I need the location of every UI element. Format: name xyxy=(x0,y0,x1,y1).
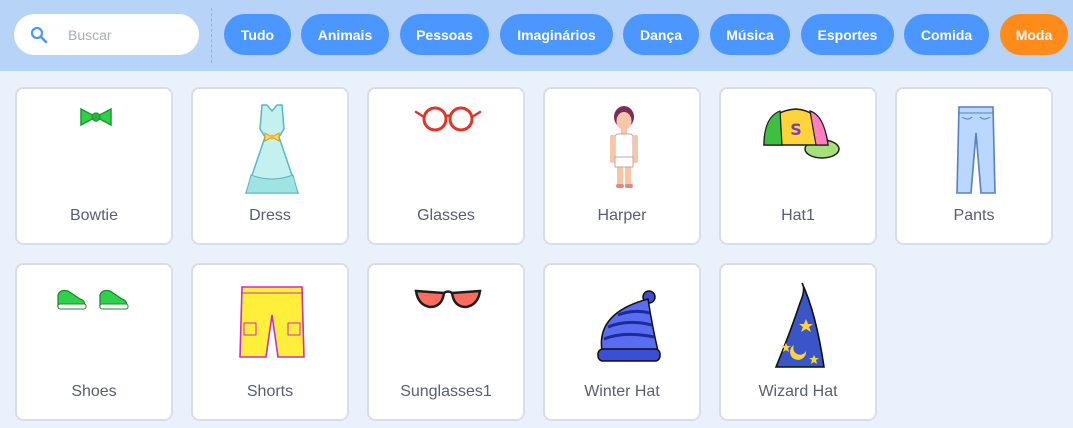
search-icon xyxy=(30,26,48,44)
bowtie-icon xyxy=(80,107,112,127)
item-label: Sunglasses1 xyxy=(400,383,492,400)
item-label: Bowtie xyxy=(69,207,119,224)
tab-animais[interactable]: Animais xyxy=(301,14,389,55)
item-card-sunglasses1[interactable]: Sunglasses1 xyxy=(367,263,525,421)
item-label: Hat1 xyxy=(781,207,815,224)
item-label: Wizard Hat xyxy=(758,383,838,400)
tab-esportes[interactable]: Esportes xyxy=(801,14,894,55)
item-card-shoes[interactable]: Shoes xyxy=(15,263,173,421)
tab-comida[interactable]: Comida xyxy=(904,14,989,55)
item-card-harper[interactable]: Harper xyxy=(543,87,701,245)
tab-moda[interactable]: Moda xyxy=(1000,14,1068,55)
tab-tudo[interactable]: Tudo xyxy=(224,14,291,55)
tab-musica[interactable]: Música xyxy=(710,14,790,55)
item-card-bowtie[interactable]: Bowtie xyxy=(15,87,173,245)
dress-icon xyxy=(244,104,300,194)
sunglasses-icon xyxy=(414,289,482,309)
item-label: Glasses xyxy=(417,207,475,224)
item-card-shorts[interactable]: Shorts xyxy=(191,263,349,421)
wizard-hat-icon xyxy=(774,282,825,368)
category-bar: Tudo Animais Pessoas Imaginários Dança M… xyxy=(0,0,1073,71)
tab-pessoas[interactable]: Pessoas xyxy=(400,14,489,55)
tab-imaginarios[interactable]: Imaginários xyxy=(500,14,613,55)
item-card-winter-hat[interactable]: Winter Hat xyxy=(543,263,701,421)
svg-text:S: S xyxy=(790,120,802,139)
divider xyxy=(211,8,212,63)
tab-danca[interactable]: Dança xyxy=(623,14,699,55)
item-label: Pants xyxy=(953,207,995,224)
item-label: Shorts xyxy=(246,383,294,400)
glasses-icon xyxy=(414,106,482,132)
search-input[interactable] xyxy=(66,22,190,48)
item-label: Winter Hat xyxy=(584,383,660,400)
item-card-wizard-hat[interactable]: Wizard Hat xyxy=(719,263,877,421)
item-label: Harper xyxy=(597,207,647,224)
cap-icon: S xyxy=(763,108,840,159)
search-box[interactable] xyxy=(14,14,199,55)
item-label: Shoes xyxy=(71,383,117,400)
shorts-icon xyxy=(239,286,305,358)
pants-icon xyxy=(956,106,996,194)
item-label: Dress xyxy=(249,207,291,224)
item-card-pants[interactable]: Pants xyxy=(895,87,1053,245)
item-card-hat1[interactable]: S Hat1 xyxy=(719,87,877,245)
winter-hat-icon xyxy=(597,290,661,362)
shoes-icon xyxy=(57,289,129,310)
item-card-glasses[interactable]: Glasses xyxy=(367,87,525,245)
item-card-dress[interactable]: Dress xyxy=(191,87,349,245)
harper-icon xyxy=(610,106,638,188)
